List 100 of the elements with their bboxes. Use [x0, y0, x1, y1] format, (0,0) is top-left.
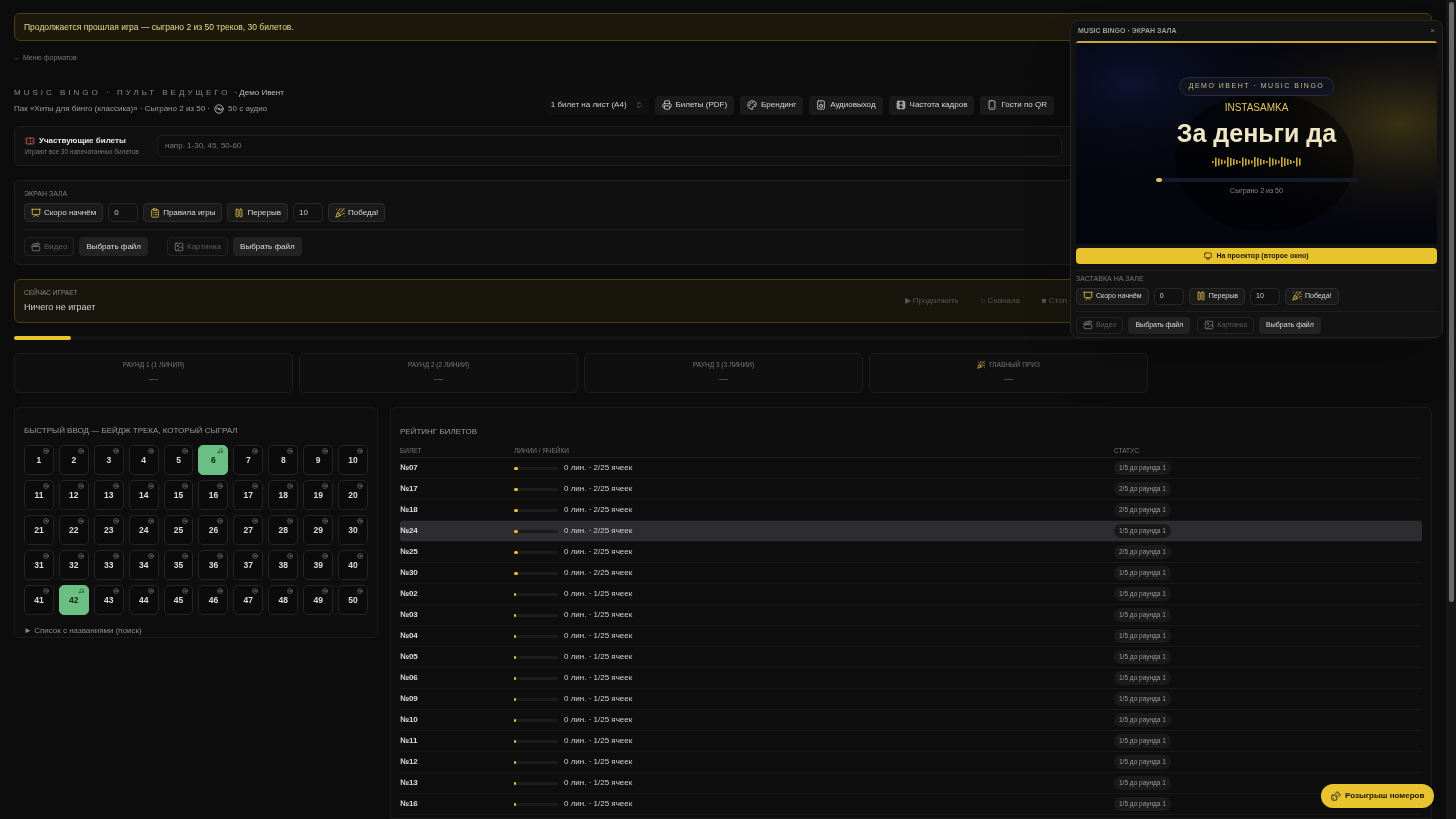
track-badge[interactable]: 43	[93, 585, 124, 615]
track-badge[interactable]: 6	[198, 445, 229, 475]
choose-file-button[interactable]: Выбрать файл	[233, 237, 302, 256]
film-icon	[895, 100, 906, 110]
track-badge[interactable]: 50	[338, 585, 368, 615]
disc-icon	[357, 448, 363, 454]
track-badge[interactable]: 3	[93, 445, 124, 475]
panel-title: Участвующие билеты	[39, 134, 126, 147]
track-badge[interactable]: 32	[58, 550, 89, 580]
track-badge[interactable]: 26	[198, 515, 229, 545]
note-icon	[217, 448, 224, 454]
palette-icon	[747, 100, 758, 110]
disc-icon	[252, 518, 259, 524]
hall-screen-button[interactable]: Перерыв	[227, 203, 288, 222]
track-badge[interactable]: 16	[198, 480, 229, 510]
track-badge[interactable]: 27	[233, 515, 264, 545]
track-badge[interactable]: 5	[163, 445, 194, 475]
cells-count: 0 лин. · 1/25 ячеек	[564, 609, 633, 621]
disc-icon	[147, 483, 154, 489]
note-icon	[77, 588, 84, 594]
ticket-number: №18	[400, 504, 419, 516]
ticket-number: №07	[400, 462, 419, 474]
track-badge[interactable]: 13	[93, 480, 124, 510]
track-badge[interactable]: 12	[58, 480, 89, 510]
disc-icon	[217, 588, 224, 594]
track-badge[interactable]: 46	[198, 585, 229, 615]
image-icon	[174, 241, 184, 252]
track-badge[interactable]: 48	[268, 585, 299, 615]
party-popper-icon	[335, 207, 345, 218]
party-popper-icon	[1292, 291, 1302, 301]
track-badge[interactable]: 10	[338, 445, 368, 475]
disc-icon	[182, 448, 189, 454]
toolbar-button[interactable]: Билеты (PDF)	[654, 95, 735, 115]
round-winner: —	[719, 372, 728, 386]
track-badge[interactable]: 18	[268, 480, 299, 510]
number-field[interactable]: 10	[293, 203, 323, 222]
cells-count: 0 лин. · 2/25 ячеек	[564, 525, 633, 537]
track-badge[interactable]: 42	[58, 585, 89, 615]
track-badge[interactable]: 37	[233, 550, 264, 580]
disc-icon	[112, 448, 119, 454]
track-badge[interactable]: 15	[163, 480, 194, 510]
number-field[interactable]: 0	[108, 203, 139, 222]
tickets-input[interactable]: напр. 1-30, 45, 50-60	[157, 134, 1062, 157]
track-badge[interactable]: 49	[303, 585, 334, 615]
toolbar-button[interactable]: Гости по QR	[980, 95, 1054, 115]
disc-icon	[147, 448, 154, 454]
track-badge[interactable]: 19	[303, 480, 334, 510]
track-badge[interactable]: 34	[128, 550, 159, 580]
track-badge[interactable]: 8	[268, 445, 299, 475]
pause-icon	[234, 207, 245, 218]
track-badge[interactable]: 24	[128, 515, 159, 545]
track-badge[interactable]: 35	[163, 550, 194, 580]
track-badge[interactable]: 33	[93, 550, 124, 580]
track-badge[interactable]: 9	[303, 445, 334, 475]
track-badge[interactable]: 21	[24, 515, 54, 545]
cells-count: 0 лин. · 1/25 ячеек	[564, 777, 633, 789]
track-badge[interactable]: 39	[303, 550, 334, 580]
track-badge[interactable]: 38	[268, 550, 299, 580]
track-badge[interactable]: 23	[93, 515, 124, 545]
track-badge[interactable]: 41	[24, 585, 54, 615]
round-winner: —	[1004, 372, 1013, 386]
disc-icon	[112, 588, 119, 594]
disc-icon	[217, 518, 224, 524]
close-button[interactable]: ×	[1430, 25, 1435, 37]
track-badge[interactable]: 11	[24, 480, 54, 510]
track-badge[interactable]: 36	[198, 550, 229, 580]
hall-screen-button[interactable]: Правила игры	[143, 203, 223, 222]
track-badge[interactable]: 25	[163, 515, 194, 545]
choose-file-button[interactable]: Выбрать файл	[79, 237, 148, 256]
names-list-toggle[interactable]: ► Список с названиями (поиск)	[24, 625, 142, 637]
draw-numbers-button[interactable]: Розыгрыш номеров	[1321, 784, 1435, 808]
track-badge[interactable]: 2	[58, 445, 89, 475]
track-badge[interactable]: 28	[268, 515, 299, 545]
track-badge[interactable]: 7	[233, 445, 264, 475]
toolbar-button[interactable]: Брендинг	[740, 95, 804, 115]
track-badge[interactable]: 47	[233, 585, 264, 615]
section-title: БЫСТРЫЙ ВВОД — БЕЙДЖ ТРЕКА, КОТОРЫЙ СЫГРАЛ	[24, 426, 238, 435]
disc-icon	[147, 588, 154, 594]
track-badge[interactable]: 1	[24, 445, 54, 475]
track-badge[interactable]: 22	[58, 515, 89, 545]
track-badge[interactable]: 30	[338, 515, 368, 545]
hall-screen-button[interactable]: Победа!	[328, 203, 386, 222]
track-badge[interactable]: 44	[128, 585, 159, 615]
track-badge[interactable]: 17	[233, 480, 264, 510]
toolbar-button[interactable]: Аудиовыход	[809, 95, 883, 115]
track-badge[interactable]: 20	[338, 480, 368, 510]
ticket-number: №30	[400, 567, 419, 579]
track-badge[interactable]: 14	[128, 480, 159, 510]
disc-icon	[42, 588, 49, 594]
disc-icon	[287, 518, 294, 524]
track-badge[interactable]: 40	[338, 550, 368, 580]
track-badge[interactable]: 45	[163, 585, 194, 615]
track-badge[interactable]: 4	[128, 445, 159, 475]
track-badge[interactable]: 29	[303, 515, 334, 545]
disc-icon	[77, 553, 84, 559]
disc-icon	[77, 448, 84, 454]
per-sheet-select[interactable]: 1 билет на лист (A4)	[544, 95, 649, 115]
toolbar-button[interactable]: Частота кадров	[888, 95, 975, 115]
track-badge[interactable]: 31	[24, 550, 54, 580]
hall-screen-button[interactable]: Скоро начнём	[24, 203, 104, 222]
